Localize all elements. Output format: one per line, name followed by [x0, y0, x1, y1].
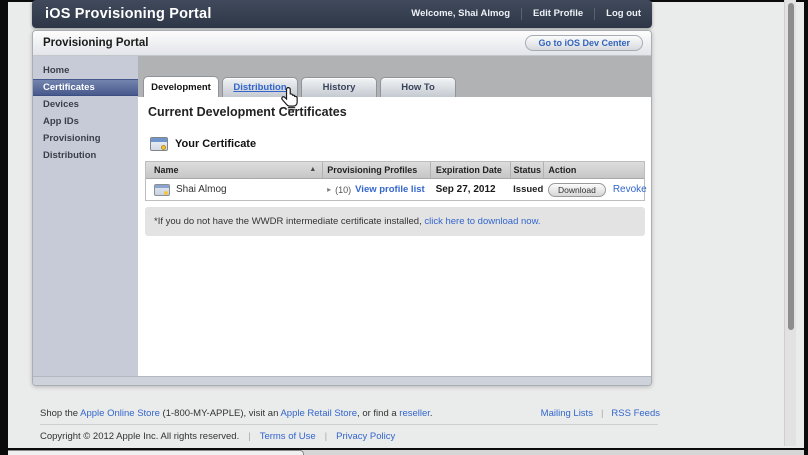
footer-separator: |: [600, 408, 604, 419]
footer-copyright-line: Copyright © 2012 Apple Inc. All rights r…: [40, 431, 395, 442]
privacy-policy-link[interactable]: Privacy Policy: [336, 431, 395, 442]
column-header-name[interactable]: Name ▲: [146, 162, 324, 178]
portal-panel: Provisioning Portal Go to iOS Dev Center…: [32, 30, 652, 386]
top-navbar: iOS Provisioning Portal Welcome, Shai Al…: [32, 0, 652, 28]
sidebar-item-provisioning[interactable]: Provisioning: [33, 130, 138, 147]
footer-text: Shop the: [40, 408, 81, 419]
footer-separator: |: [248, 431, 251, 442]
status-value: Issued: [513, 184, 544, 195]
logout-link[interactable]: Log out: [595, 0, 652, 28]
column-label: Status: [513, 165, 542, 175]
column-header-provisioning-profiles: Provisioning Profiles: [323, 162, 431, 178]
sidebar-item-devices[interactable]: Devices: [33, 96, 138, 113]
sidebar-item-home[interactable]: Home: [33, 62, 138, 79]
disclosure-icon[interactable]: ▸: [327, 185, 331, 194]
section-title: Your Certificate: [175, 138, 257, 150]
sidebar-item-certificates[interactable]: Certificates: [33, 79, 138, 96]
terms-of-use-link[interactable]: Terms of Use: [260, 431, 316, 442]
mailing-lists-link[interactable]: Mailing Lists: [541, 408, 593, 419]
certificates-table: Name ▲ Provisioning Profiles Expiration …: [145, 161, 647, 201]
tab-development[interactable]: Development: [143, 76, 219, 97]
portal-title: Provisioning Portal: [43, 37, 149, 49]
certificate-section-header: Your Certificate: [150, 137, 651, 151]
tab-how-to[interactable]: How To: [380, 77, 456, 97]
certificate-icon: [154, 183, 170, 196]
table-header-row: Name ▲ Provisioning Profiles Expiration …: [146, 162, 644, 179]
rss-feeds-link[interactable]: RSS Feeds: [611, 408, 660, 419]
wwdr-download-link[interactable]: click here to download now.: [424, 216, 540, 227]
footer-shop-line: Shop the Apple Online Store (1-800-MY-AP…: [40, 408, 433, 419]
column-label: Action: [548, 165, 577, 175]
action-cell: Download Revoke: [544, 182, 647, 197]
expiration-date: Sep 27, 2012: [435, 184, 496, 195]
sort-asc-icon[interactable]: ▲: [309, 162, 316, 178]
column-label: Expiration Date: [435, 165, 502, 175]
tab-strip: Development Distribution History How To: [138, 56, 651, 97]
reseller-link[interactable]: reseller: [399, 408, 430, 419]
certificate-icon: [150, 137, 168, 151]
footer-text: , or find a: [357, 408, 400, 419]
scrollbar[interactable]: [784, 0, 796, 446]
table-row: Shai Almog ▸ (10) View profile list Sep …: [146, 179, 647, 200]
column-label: Name: [154, 165, 179, 175]
main-area: Development Distribution History How To …: [138, 56, 651, 377]
revoke-link[interactable]: Revoke: [613, 184, 647, 195]
footer-feed-links: Mailing Lists | RSS Feeds: [541, 408, 660, 419]
copyright-text: Copyright © 2012 Apple Inc. All rights r…: [40, 431, 240, 442]
portal-panel-header: Provisioning Portal Go to iOS Dev Center: [33, 31, 651, 56]
profiles-cell: ▸ (10) View profile list: [323, 184, 430, 195]
panel-bottom-bar: [33, 376, 651, 385]
column-header-action: Action: [544, 162, 644, 178]
tab-history[interactable]: History: [301, 77, 377, 97]
certificate-owner-name: Shai Almog: [176, 184, 227, 195]
edit-profile-link[interactable]: Edit Profile: [522, 0, 594, 28]
scrollbar-thumb[interactable]: [788, 3, 794, 330]
sidebar-item-distribution[interactable]: Distribution: [33, 147, 138, 164]
download-button[interactable]: Download: [548, 182, 606, 197]
app-title: iOS Provisioning Portal: [45, 6, 212, 22]
sidebar-item-app-ids[interactable]: App IDs: [33, 113, 138, 130]
apple-retail-store-link[interactable]: Apple Retail Store: [280, 408, 357, 419]
page-title: Current Development Certificates: [148, 105, 347, 119]
view-profile-list-link[interactable]: View profile list: [355, 184, 425, 195]
top-navbar-links: Welcome, Shai Almog Edit Profile Log out: [400, 0, 652, 28]
sidebar: Home Certificates Devices App IDs Provis…: [33, 56, 138, 377]
column-label: Provisioning Profiles: [327, 165, 418, 175]
tab-content: Current Development Certificates Your Ce…: [138, 97, 651, 377]
column-header-expiration-date: Expiration Date: [431, 162, 511, 178]
wwdr-note: *If you do not have the WWDR intermediat…: [145, 207, 645, 236]
tab-distribution[interactable]: Distribution: [222, 77, 298, 97]
column-header-status: Status: [511, 162, 545, 178]
footer-text: .: [429, 408, 433, 419]
profile-count: (10): [335, 184, 352, 195]
go-to-dev-center-button[interactable]: Go to iOS Dev Center: [525, 35, 643, 51]
footer-separator: |: [324, 431, 328, 442]
footer-divider: [40, 424, 658, 425]
name-cell: Shai Almog: [146, 183, 323, 196]
apple-online-store-link[interactable]: Apple Online Store: [80, 408, 160, 419]
welcome-user-label: Welcome, Shai Almog: [411, 8, 511, 19]
wwdr-note-text: *If you do not have the WWDR intermediat…: [154, 216, 425, 227]
status-popup: [8, 450, 304, 455]
footer-text: (1-800-MY-APPLE), visit an: [159, 408, 281, 419]
